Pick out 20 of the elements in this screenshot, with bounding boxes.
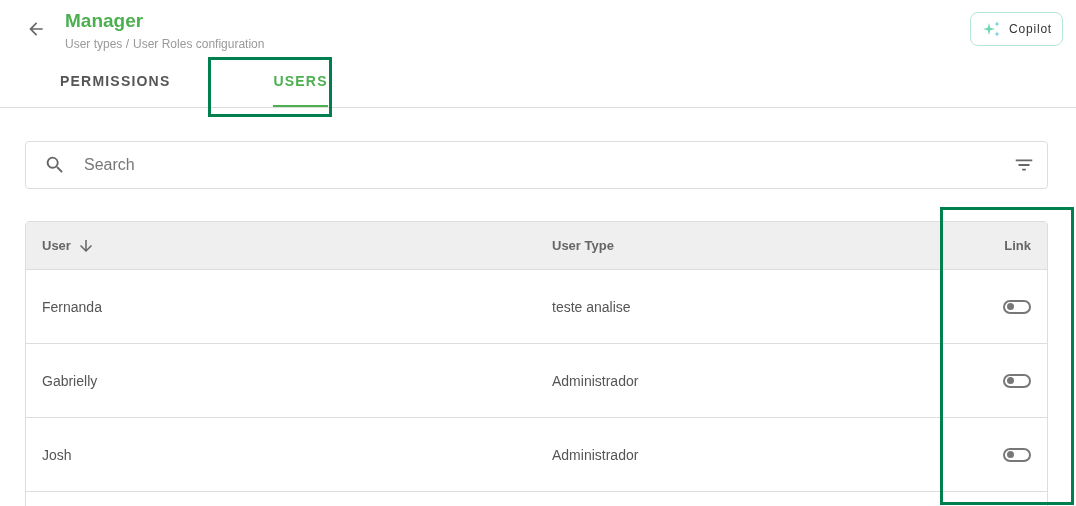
toggle-switch[interactable] (1003, 299, 1031, 314)
toggle-switch[interactable] (1003, 373, 1031, 388)
table-cell: Gabrielly (42, 372, 98, 389)
breadcrumb-link[interactable]: User types / (65, 37, 130, 51)
column-header[interactable]: Link (1004, 238, 1031, 253)
search-icon (44, 154, 66, 176)
search-bar[interactable]: Search (25, 141, 1048, 189)
breadcrumb-current: User Roles configuration (133, 37, 265, 51)
table-cell: Josh (42, 446, 72, 463)
table-cell: teste analise (552, 298, 631, 315)
column-header[interactable]: User (42, 238, 71, 253)
toggle-switch[interactable] (1003, 447, 1031, 462)
copilot-button[interactable]: Copilot (970, 12, 1063, 46)
tab[interactable]: USERS (273, 57, 328, 107)
table-cell: Administrador (552, 446, 639, 463)
page-title: Manager (65, 9, 145, 33)
table-cell: Fernanda (42, 298, 102, 315)
tab[interactable]: PERMISSIONS (60, 57, 171, 107)
table-cell: Administrador (552, 372, 639, 389)
column-header[interactable]: User Type (552, 238, 614, 253)
